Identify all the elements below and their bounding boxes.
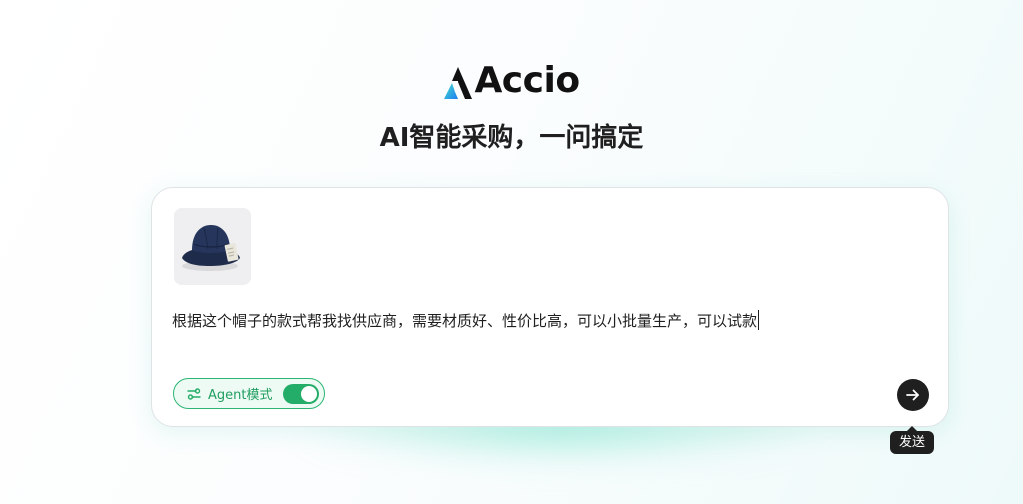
brand-name: Accio [474, 60, 580, 101]
prompt-input[interactable]: 根据这个帽子的款式帮我找供应商，需要材质好、性价比高，可以小批量生产，可以试款 [172, 309, 760, 333]
agent-mode-toggle[interactable]: Agent模式 [173, 378, 325, 409]
tooltip-arrow [907, 426, 917, 431]
send-tooltip: 发送 [890, 426, 934, 454]
bucket-hat-image [174, 208, 251, 285]
page-title: AI智能采购，一问搞定 [379, 123, 644, 153]
attachment-thumbnail[interactable] [174, 208, 251, 285]
tooltip-text: 发送 [898, 435, 925, 450]
brand-logo: Accio [0, 62, 1023, 100]
agent-mode-label: Agent模式 [208, 388, 273, 403]
agent-mode-icon [186, 386, 202, 402]
prompt-composer: 根据这个帽子的款式帮我找供应商，需要材质好、性价比高，可以小批量生产，可以试款 … [151, 187, 949, 427]
text-caret [758, 310, 760, 330]
send-button[interactable] [897, 379, 929, 411]
agent-mode-switch[interactable] [283, 384, 319, 404]
prompt-text: 根据这个帽子的款式帮我找供应商，需要材质好、性价比高，可以小批量生产，可以试款 [172, 312, 758, 330]
switch-knob [301, 386, 317, 402]
logo-mark-icon [443, 66, 473, 100]
arrow-right-icon [906, 389, 919, 401]
